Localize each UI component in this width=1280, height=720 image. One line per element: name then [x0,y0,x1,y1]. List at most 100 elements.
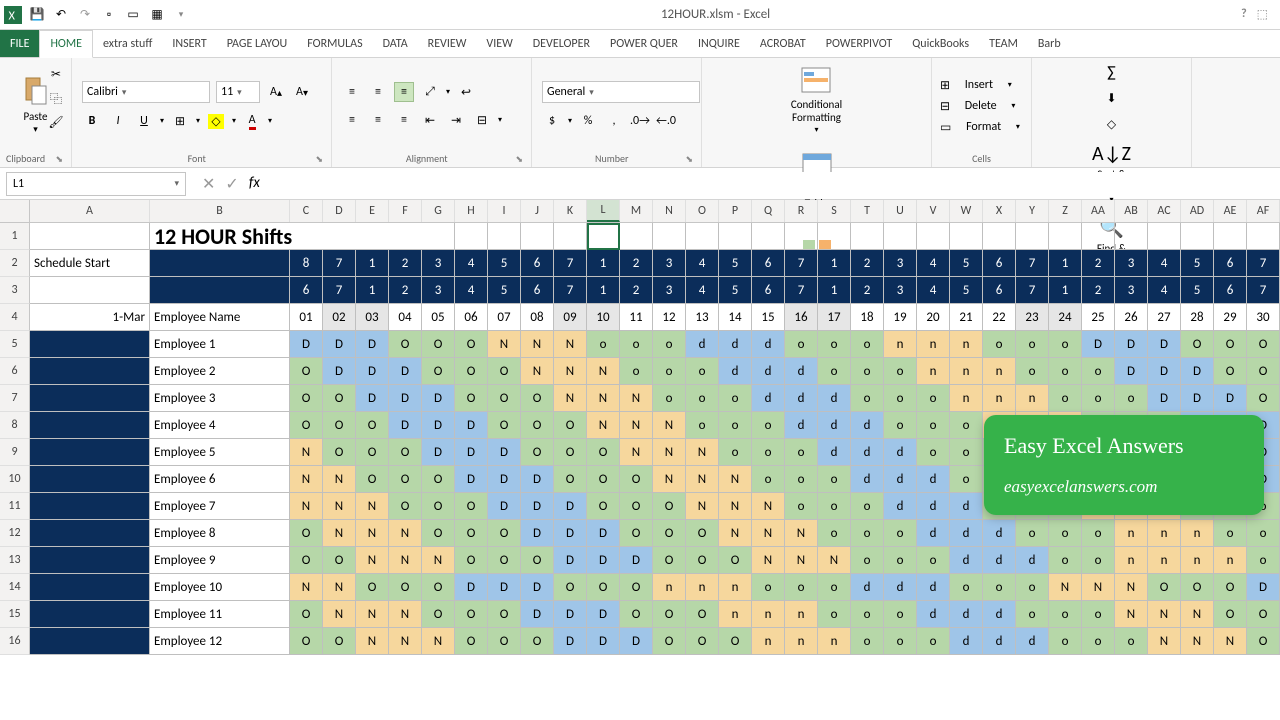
shift-10-6[interactable]: D [455,466,488,493]
shift-15-18[interactable]: o [851,601,884,628]
shift-10-2[interactable]: N [323,466,356,493]
redo-icon[interactable]: ↷ [76,6,94,24]
tab-developer[interactable]: DEVELOPER [523,30,600,57]
merge-center-icon[interactable]: ⊟ [472,110,492,130]
date-cell[interactable]: 1-Mar [30,304,150,331]
align-bottom-icon[interactable]: ≡ [394,82,414,102]
day-header-11[interactable]: 11 [620,304,653,331]
cell-O1[interactable] [686,223,719,250]
increase-decimal-icon[interactable]: .0→ [630,111,650,131]
shift-12-14[interactable]: N [719,520,752,547]
shift-5-13[interactable]: d [686,331,719,358]
shift-16-3[interactable]: N [356,628,389,655]
shift-13-26[interactable]: n [1115,547,1148,574]
shift-5-2[interactable]: D [323,331,356,358]
employee-name-15[interactable]: Employee 11 [150,601,290,628]
shift-14-30[interactable]: D [1247,574,1280,601]
shift-7-27[interactable]: D [1148,385,1181,412]
shift-16-7[interactable]: O [488,628,521,655]
shift-7-17[interactable]: d [818,385,851,412]
row3-num-2[interactable]: 1 [356,277,389,304]
shift-16-25[interactable]: o [1082,628,1115,655]
cell-V1[interactable] [917,223,950,250]
shift-15-6[interactable]: O [455,601,488,628]
shift-13-8[interactable]: O [521,547,554,574]
shift-10-4[interactable]: O [389,466,422,493]
row-header-15[interactable]: 15 [0,601,30,628]
employee-name-12[interactable]: Employee 8 [150,520,290,547]
cancel-icon[interactable]: ✕ [202,174,215,194]
shift-7-12[interactable]: o [653,385,686,412]
shift-8-1[interactable]: O [290,412,323,439]
cell-U1[interactable] [884,223,917,250]
shift-7-4[interactable]: D [389,385,422,412]
day-header-25[interactable]: 25 [1082,304,1115,331]
shift-9-5[interactable]: D [422,439,455,466]
shift-14-24[interactable]: N [1049,574,1082,601]
shift-6-14[interactable]: d [719,358,752,385]
shift-6-3[interactable]: D [356,358,389,385]
cell-AF1[interactable] [1247,223,1280,250]
decrease-font-icon[interactable]: A▾ [292,82,312,102]
shift-12-29[interactable]: o [1214,520,1247,547]
col-header-U[interactable]: U [884,200,917,222]
cell-Y1[interactable] [1016,223,1049,250]
row2-num-4[interactable]: 3 [422,250,455,277]
shift-13-27[interactable]: n [1148,547,1181,574]
cut-icon[interactable]: ✂ [46,64,66,84]
day-header-24[interactable]: 24 [1049,304,1082,331]
shift-5-11[interactable]: o [620,331,653,358]
row2-num-19[interactable]: 4 [917,250,950,277]
shift-9-16[interactable]: o [785,439,818,466]
tab-file[interactable]: FILE [0,30,39,57]
shift-12-2[interactable]: N [323,520,356,547]
shift-8-13[interactable]: o [686,412,719,439]
shift-5-5[interactable]: O [422,331,455,358]
shift-10-21[interactable]: o [950,466,983,493]
shift-6-7[interactable]: O [488,358,521,385]
shift-5-29[interactable]: O [1214,331,1247,358]
shift-9-20[interactable]: o [917,439,950,466]
shift-16-27[interactable]: N [1148,628,1181,655]
shift-14-16[interactable]: o [785,574,818,601]
qat-dropdown-icon[interactable]: ▾ [172,6,190,24]
shift-15-7[interactable]: O [488,601,521,628]
shift-15-30[interactable]: O [1247,601,1280,628]
shift-8-10[interactable]: N [587,412,620,439]
tab-powerpivot[interactable]: POWERPIVOT [816,30,902,57]
row2-num-21[interactable]: 6 [983,250,1016,277]
shift-7-18[interactable]: o [851,385,884,412]
shift-13-16[interactable]: N [785,547,818,574]
shift-5-15[interactable]: d [752,331,785,358]
shift-15-15[interactable]: n [752,601,785,628]
cell-A15[interactable] [30,601,150,628]
row-header-1[interactable]: 1 [0,223,30,250]
shift-14-15[interactable]: o [752,574,785,601]
shift-8-20[interactable]: o [917,412,950,439]
row2-num-11[interactable]: 3 [653,250,686,277]
col-header-D[interactable]: D [323,200,356,222]
col-header-J[interactable]: J [521,200,554,222]
autosum-icon[interactable]: ∑ [1102,62,1122,82]
shift-12-26[interactable]: n [1115,520,1148,547]
shift-7-23[interactable]: n [1016,385,1049,412]
shift-12-25[interactable]: o [1082,520,1115,547]
row3-num-9[interactable]: 1 [587,277,620,304]
shift-5-28[interactable]: O [1181,331,1214,358]
shift-10-5[interactable]: O [422,466,455,493]
row2-num-16[interactable]: 1 [818,250,851,277]
shift-15-14[interactable]: n [719,601,752,628]
shift-8-17[interactable]: d [818,412,851,439]
shift-12-24[interactable]: o [1049,520,1082,547]
row-header-11[interactable]: 11 [0,493,30,520]
row3-num-6[interactable]: 5 [488,277,521,304]
col-header-T[interactable]: T [851,200,884,222]
day-header-28[interactable]: 28 [1181,304,1214,331]
name-box[interactable]: L1▾ [6,172,186,196]
cell-AE1[interactable] [1214,223,1247,250]
shift-15-23[interactable]: o [1016,601,1049,628]
col-header-W[interactable]: W [950,200,983,222]
shift-15-10[interactable]: D [587,601,620,628]
shift-9-15[interactable]: o [752,439,785,466]
row3-num-26[interactable]: 4 [1148,277,1181,304]
